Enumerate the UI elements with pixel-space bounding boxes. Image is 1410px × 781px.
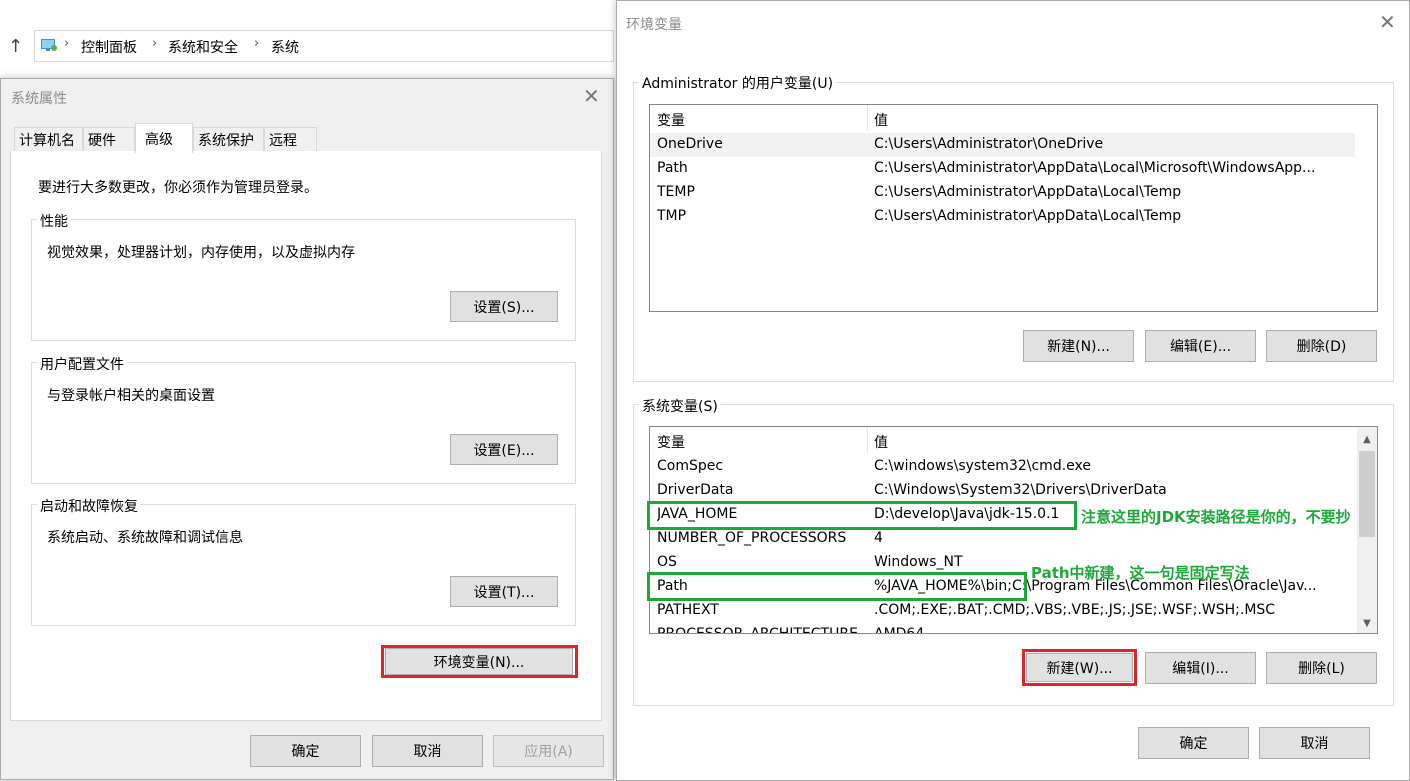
var-value: C:\Users\Administrator\AppData\Local\Mic… bbox=[874, 160, 1316, 176]
user-profiles-settings-button[interactable]: 设置(E)... bbox=[450, 434, 558, 465]
tab-computer-name[interactable]: 计算机名 bbox=[14, 127, 83, 152]
list-item[interactable]: TEMP C:\Users\Administrator\AppData\Loca… bbox=[650, 181, 1377, 205]
scroll-down-icon[interactable]: ▼ bbox=[1357, 613, 1377, 633]
startup-recovery-group bbox=[31, 504, 576, 626]
highlight-system-new-button bbox=[1022, 649, 1137, 686]
system-edit-button[interactable]: 编辑(I)... bbox=[1145, 652, 1256, 684]
var-name: PROCESSOR_ARCHITECTURE bbox=[657, 626, 858, 634]
list-item[interactable]: PROCESSOR_ARCHITECTURE AMD64 bbox=[650, 623, 1355, 634]
column-header-variable[interactable]: 变量 bbox=[657, 432, 685, 452]
list-item[interactable]: DriverData C:\Windows\System32\Drivers\D… bbox=[650, 479, 1355, 503]
apply-button: 应用(A) bbox=[493, 735, 604, 767]
highlight-java-home-row bbox=[647, 501, 1077, 530]
list-header: 变量 值 bbox=[650, 427, 1377, 453]
var-name: OS bbox=[657, 554, 677, 570]
cancel-button[interactable]: 取消 bbox=[372, 735, 483, 767]
list-item[interactable]: ComSpec C:\windows\system32\cmd.exe bbox=[650, 455, 1355, 479]
breadcrumb-system[interactable]: 系统 bbox=[271, 37, 299, 57]
highlight-path-row bbox=[647, 572, 1027, 601]
group-description: 视觉效果，处理器计划，内存使用，以及虚拟内存 bbox=[47, 245, 355, 261]
env-ok-button[interactable]: 确定 bbox=[1138, 727, 1249, 759]
group-legend: Administrator 的用户变量(U) bbox=[639, 73, 837, 93]
tab-advanced[interactable]: 高级 bbox=[135, 123, 193, 153]
dialog-title: 环境变量 bbox=[626, 17, 682, 33]
ok-button[interactable]: 确定 bbox=[250, 735, 361, 767]
column-separator bbox=[867, 105, 868, 131]
column-header-value[interactable]: 值 bbox=[874, 432, 888, 452]
group-legend: 用户配置文件 bbox=[37, 354, 127, 374]
user-variables-list[interactable]: 变量 值 OneDrive C:\Users\Administrator\One… bbox=[649, 104, 1378, 312]
up-arrow-icon[interactable]: ↑ bbox=[8, 36, 23, 57]
user-edit-button[interactable]: 编辑(E)... bbox=[1145, 330, 1256, 362]
var-value: C:\windows\system32\cmd.exe bbox=[874, 458, 1091, 474]
scroll-up-icon[interactable]: ▲ bbox=[1357, 429, 1377, 449]
breadcrumb-system-security[interactable]: 系统和安全 bbox=[168, 37, 238, 57]
tab-label: 计算机名 bbox=[19, 133, 75, 149]
user-new-button[interactable]: 新建(N)... bbox=[1023, 330, 1134, 362]
breadcrumb-control-panel[interactable]: 控制面板 bbox=[81, 37, 137, 57]
env-cancel-button[interactable]: 取消 bbox=[1259, 727, 1370, 759]
user-delete-button[interactable]: 删除(D) bbox=[1266, 330, 1377, 362]
highlight-env-button bbox=[381, 645, 578, 678]
var-name: OneDrive bbox=[657, 136, 723, 152]
path-note: Path中新建，这一句是固定写法 bbox=[1031, 564, 1250, 582]
breadcrumb-chevron-icon: › bbox=[152, 36, 158, 51]
close-icon[interactable]: ✕ bbox=[583, 86, 600, 106]
group-legend: 性能 bbox=[37, 211, 71, 231]
tab-label: 远程 bbox=[269, 133, 297, 149]
var-value: C:\Users\Administrator\AppData\Local\Tem… bbox=[874, 184, 1182, 200]
tab-system-protection[interactable]: 系统保护 bbox=[193, 127, 264, 152]
system-delete-button[interactable]: 删除(L) bbox=[1266, 652, 1377, 684]
column-separator bbox=[867, 427, 868, 453]
breadcrumb-chevron-icon: › bbox=[64, 36, 70, 51]
list-item[interactable]: NUMBER_OF_PROCESSORS 4 bbox=[650, 527, 1355, 551]
var-value: C:\Users\Administrator\OneDrive bbox=[874, 136, 1104, 152]
var-name: ComSpec bbox=[657, 458, 724, 474]
tab-hardware[interactable]: 硬件 bbox=[83, 127, 135, 152]
tab-remote[interactable]: 远程 bbox=[264, 127, 317, 152]
var-value: C:\Windows\System32\Drivers\DriverData bbox=[874, 482, 1167, 498]
tab-label: 硬件 bbox=[88, 133, 116, 149]
list-item[interactable]: OneDrive C:\Users\Administrator\OneDrive bbox=[650, 133, 1355, 157]
scrollbar-thumb[interactable] bbox=[1359, 451, 1375, 537]
var-name: NUMBER_OF_PROCESSORS bbox=[657, 530, 847, 546]
var-name: PATHEXT bbox=[657, 602, 719, 618]
java-home-note: 注意这里的JDK安装路径是你的，不要抄 bbox=[1081, 508, 1351, 526]
startup-settings-button[interactable]: 设置(T)... bbox=[450, 576, 558, 607]
list-item[interactable]: Path C:\Users\Administrator\AppData\Loca… bbox=[650, 157, 1377, 181]
dialog-title: 系统属性 bbox=[11, 91, 67, 107]
var-value: Windows_NT bbox=[874, 554, 963, 570]
var-name: TEMP bbox=[657, 184, 695, 200]
var-name: DriverData bbox=[657, 482, 734, 498]
group-legend: 系统变量(S) bbox=[639, 396, 721, 416]
system-variables-list[interactable]: 变量 值 ComSpec C:\windows\system32\cmd.exe… bbox=[649, 426, 1378, 634]
list-item[interactable]: PATHEXT .COM;.EXE;.BAT;.CMD;.VBS;.VBE;.J… bbox=[650, 599, 1355, 623]
vertical-scrollbar[interactable]: ▲ ▼ bbox=[1357, 427, 1377, 633]
tab-label: 系统保护 bbox=[198, 133, 254, 149]
group-legend: 启动和故障恢复 bbox=[37, 496, 141, 516]
performance-group bbox=[31, 219, 576, 341]
var-value: C:\Users\Administrator\AppData\Local\Tem… bbox=[874, 208, 1182, 224]
column-header-variable[interactable]: 变量 bbox=[657, 110, 685, 130]
close-icon[interactable]: ✕ bbox=[1379, 12, 1396, 32]
tab-label: 高级 bbox=[145, 131, 173, 148]
control-panel-icon bbox=[40, 37, 58, 51]
admin-note: 要进行大多数更改，你必须作为管理员登录。 bbox=[38, 180, 318, 196]
var-value: 4 bbox=[874, 530, 883, 546]
breadcrumb-chevron-icon: › bbox=[254, 36, 260, 51]
var-name: TMP bbox=[657, 208, 687, 224]
var-value: AMD64 bbox=[874, 626, 925, 634]
group-description: 系统启动、系统故障和调试信息 bbox=[47, 530, 243, 546]
list-header: 变量 值 bbox=[650, 105, 1377, 131]
user-profiles-group bbox=[31, 362, 576, 484]
performance-settings-button[interactable]: 设置(S)... bbox=[450, 291, 558, 322]
var-value: .COM;.EXE;.BAT;.CMD;.VBS;.VBE;.JS;.JSE;.… bbox=[874, 602, 1276, 618]
var-name: Path bbox=[657, 160, 688, 176]
list-item[interactable]: TMP C:\Users\Administrator\AppData\Local… bbox=[650, 205, 1377, 229]
group-description: 与登录帐户相关的桌面设置 bbox=[47, 388, 215, 404]
column-header-value[interactable]: 值 bbox=[874, 110, 888, 130]
